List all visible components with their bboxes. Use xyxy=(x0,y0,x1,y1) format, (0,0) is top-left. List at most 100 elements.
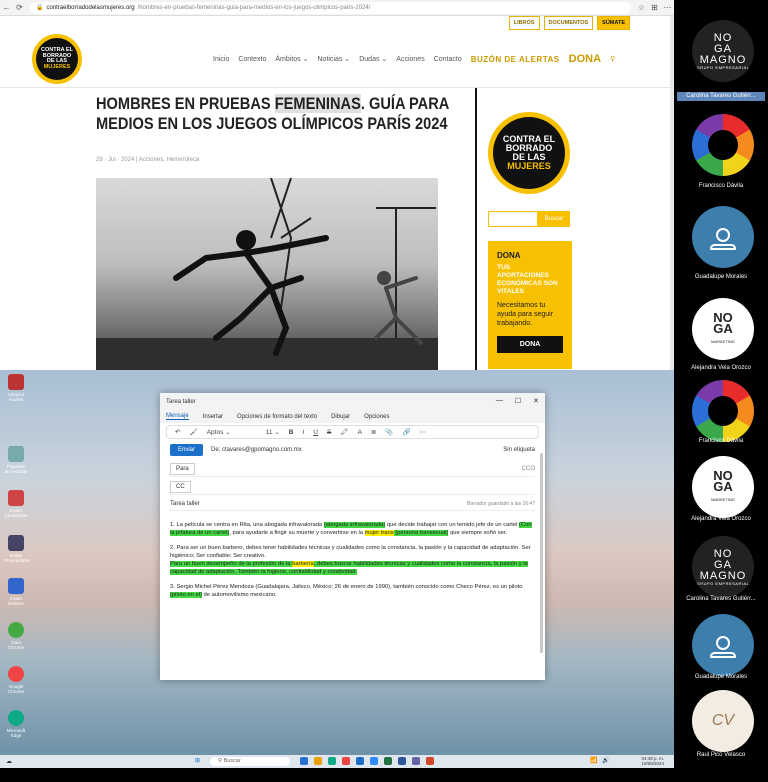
desktop-icon[interactable]: Google Chrome xyxy=(4,666,28,694)
compose-scrollbar[interactable] xyxy=(540,453,543,653)
sensitivity-label[interactable]: Sin etiqueta xyxy=(503,447,535,453)
more-icon[interactable]: ⋯ xyxy=(661,3,674,12)
bold-icon[interactable]: B xyxy=(289,429,294,436)
search-button[interactable]: Buscar xyxy=(538,211,570,227)
edge-icon[interactable] xyxy=(328,757,336,765)
to-button[interactable]: Para xyxy=(170,462,195,475)
extensions-icon[interactable]: ⊞ xyxy=(648,3,661,12)
to-row: Para CCO xyxy=(170,461,535,477)
url-path: /hombres-en-pruebas-femeninas-guia-para-… xyxy=(137,4,371,11)
url-field[interactable]: 🔒 contraelborradodelasmujeres.org/hombre… xyxy=(30,1,631,14)
desktop-icon[interactable]: Autorizó Auxiliar xyxy=(4,374,28,402)
underline-icon[interactable]: U xyxy=(313,429,318,436)
undo-icon[interactable]: ↶ xyxy=(175,428,180,436)
volume-icon[interactable]: 🔊 xyxy=(602,757,609,764)
nav-inicio[interactable]: Inicio xyxy=(213,56,229,63)
nav-ambitos[interactable]: Ámbitos ⌄ xyxy=(275,55,308,63)
desktop-icon[interactable]: Gaia Chrome xyxy=(4,622,28,650)
participant-tile[interactable]: Guadalupe Morales xyxy=(674,200,768,294)
search-input[interactable] xyxy=(488,211,538,227)
font-size-select[interactable]: 11 ⌄ xyxy=(266,428,280,436)
chrome-icon xyxy=(8,622,24,638)
nav-noticias[interactable]: Noticias ⌄ xyxy=(318,55,351,63)
tab-formato[interactable]: Opciones de formato del texto xyxy=(237,414,317,420)
logo-text: GRUPO EMPRESARIAL xyxy=(696,64,750,70)
logo-line: MUJERES xyxy=(43,63,71,70)
font-color-icon[interactable]: A xyxy=(358,429,362,436)
desktop-icon[interactable]: Invitar Dolares xyxy=(4,578,28,606)
libros-button[interactable]: LIBROS xyxy=(508,16,540,30)
documentos-button[interactable]: DOCUMENTOS xyxy=(543,16,594,30)
sumate-button[interactable]: SÚMATE xyxy=(597,16,630,30)
desktop-icon[interactable]: Papelera de reciclaje xyxy=(4,446,28,474)
start-icon[interactable]: ⊞ xyxy=(195,757,200,764)
bullets-icon[interactable]: ≣ xyxy=(371,428,376,436)
chrome-icon[interactable] xyxy=(342,757,350,765)
font-select[interactable]: Aptos ⌄ xyxy=(207,428,257,436)
noga-logo-avatar: NO GA MARKETING xyxy=(692,298,754,360)
star-icon[interactable]: ☆ xyxy=(635,3,648,12)
nav-dona[interactable]: DONA xyxy=(569,53,601,65)
minimize-icon[interactable]: — xyxy=(496,397,503,405)
highlighted-text: (abogada infravalorada) xyxy=(323,522,386,528)
donate-button[interactable]: DONA xyxy=(497,336,563,353)
attach-icon[interactable]: 📎 xyxy=(385,428,393,436)
participant-tile[interactable]: Francisco Dávila xyxy=(674,108,768,202)
close-icon[interactable]: ✕ xyxy=(533,397,539,405)
participant-tile[interactable]: NO GA MAGNO GRUPO EMPRESARIAL Carolina Tava… xyxy=(674,0,768,101)
site-logo[interactable]: CONTRA EL BORRADO DE LAS MUJERES xyxy=(32,34,82,84)
excel-icon[interactable] xyxy=(384,757,392,765)
clock-date: 19/08/2024 xyxy=(641,761,664,766)
subject-input[interactable]: Tarea taller xyxy=(170,501,200,507)
nav-dudas[interactable]: Dudas ⌄ xyxy=(359,55,387,63)
back-icon[interactable]: ← xyxy=(0,3,13,12)
strikethrough-icon[interactable]: S xyxy=(327,429,331,436)
powerpoint-icon[interactable] xyxy=(426,757,434,765)
wifi-icon[interactable]: 📶 xyxy=(590,757,597,764)
nav-contexto[interactable]: Contexto xyxy=(238,56,266,63)
italic-icon[interactable]: I xyxy=(302,429,304,436)
from-field[interactable]: De: ctavares@gpomagno.com.mx xyxy=(211,447,302,453)
desktop-icon[interactable]: Invitar Cantidades xyxy=(4,490,28,518)
nav-contacto[interactable]: Contacto xyxy=(434,56,462,63)
sidebar: CONTRA EL BORRADO DE LAS MUJERES Buscar DON… xyxy=(488,112,572,369)
nav-acciones[interactable]: Acciones xyxy=(396,56,424,63)
search-icon[interactable]: ⚲ xyxy=(610,55,615,63)
subject-row[interactable]: Tarea taller Borrador guardado a las 16:4… xyxy=(170,501,535,511)
tab-dibujar[interactable]: Dibujar xyxy=(331,414,350,420)
cco-button[interactable]: CCO xyxy=(522,466,535,472)
sidebar-logo[interactable]: CONTRA EL BORRADO DE LAS MUJERES xyxy=(488,112,570,194)
desktop-icon[interactable]: Microsoft Edge xyxy=(4,710,28,738)
highlight-icon[interactable]: 🖍 xyxy=(340,428,348,436)
more-icon[interactable]: ⋯ xyxy=(420,428,427,436)
cc-button[interactable]: CC xyxy=(170,480,191,493)
taskview-icon[interactable] xyxy=(300,757,308,765)
donate-subtitle: TUS APORTACIONES ECONÓMICAS SON VITALES xyxy=(497,264,558,295)
body-text: 2. Para ser un buen barbero, debes tener… xyxy=(170,545,531,559)
format-painter-icon[interactable]: 🖌 xyxy=(189,428,197,436)
edge-icon xyxy=(8,710,24,726)
taskbar-search[interactable]: ⚲ Buscar xyxy=(210,757,290,766)
desktop-icon-label: Google Chrome xyxy=(7,684,24,694)
teams-icon[interactable] xyxy=(412,757,420,765)
chrome-icon xyxy=(8,666,24,682)
outlook-icon[interactable] xyxy=(356,757,364,765)
message-body[interactable]: 1. La película se centra en Rita, una ab… xyxy=(170,521,535,599)
link-icon[interactable]: 🔗 xyxy=(402,428,410,436)
nav-label: Dudas xyxy=(359,56,380,63)
taskbar: ☁ ⊞ ⚲ Buscar 📶 🔊 04:48 p. m. 19/08/2024 xyxy=(0,755,674,768)
file-explorer-icon[interactable] xyxy=(314,757,322,765)
tab-mensaje[interactable]: Mensaje xyxy=(166,413,189,420)
send-button[interactable]: Enviar xyxy=(170,444,204,456)
weather-icon[interactable]: ☁ xyxy=(6,758,12,765)
desktop-icon[interactable]: Invitar Proveedores xyxy=(4,535,30,563)
tab-insertar[interactable]: Insertar xyxy=(203,414,223,420)
participant-tile[interactable]: NO GA MARKETING Alejandra Vela Orozco xyxy=(674,292,768,386)
taskbar-clock[interactable]: 04:48 p. m. 19/08/2024 xyxy=(641,756,664,766)
nav-buzon-alertas[interactable]: BUZÓN DE ALERTAS xyxy=(471,55,560,64)
tab-opciones[interactable]: Opciones xyxy=(364,414,389,420)
reload-icon[interactable]: ⟳ xyxy=(13,3,26,12)
maximize-icon[interactable]: ☐ xyxy=(515,397,521,405)
word-icon[interactable] xyxy=(398,757,406,765)
zoom-icon[interactable] xyxy=(370,757,378,765)
